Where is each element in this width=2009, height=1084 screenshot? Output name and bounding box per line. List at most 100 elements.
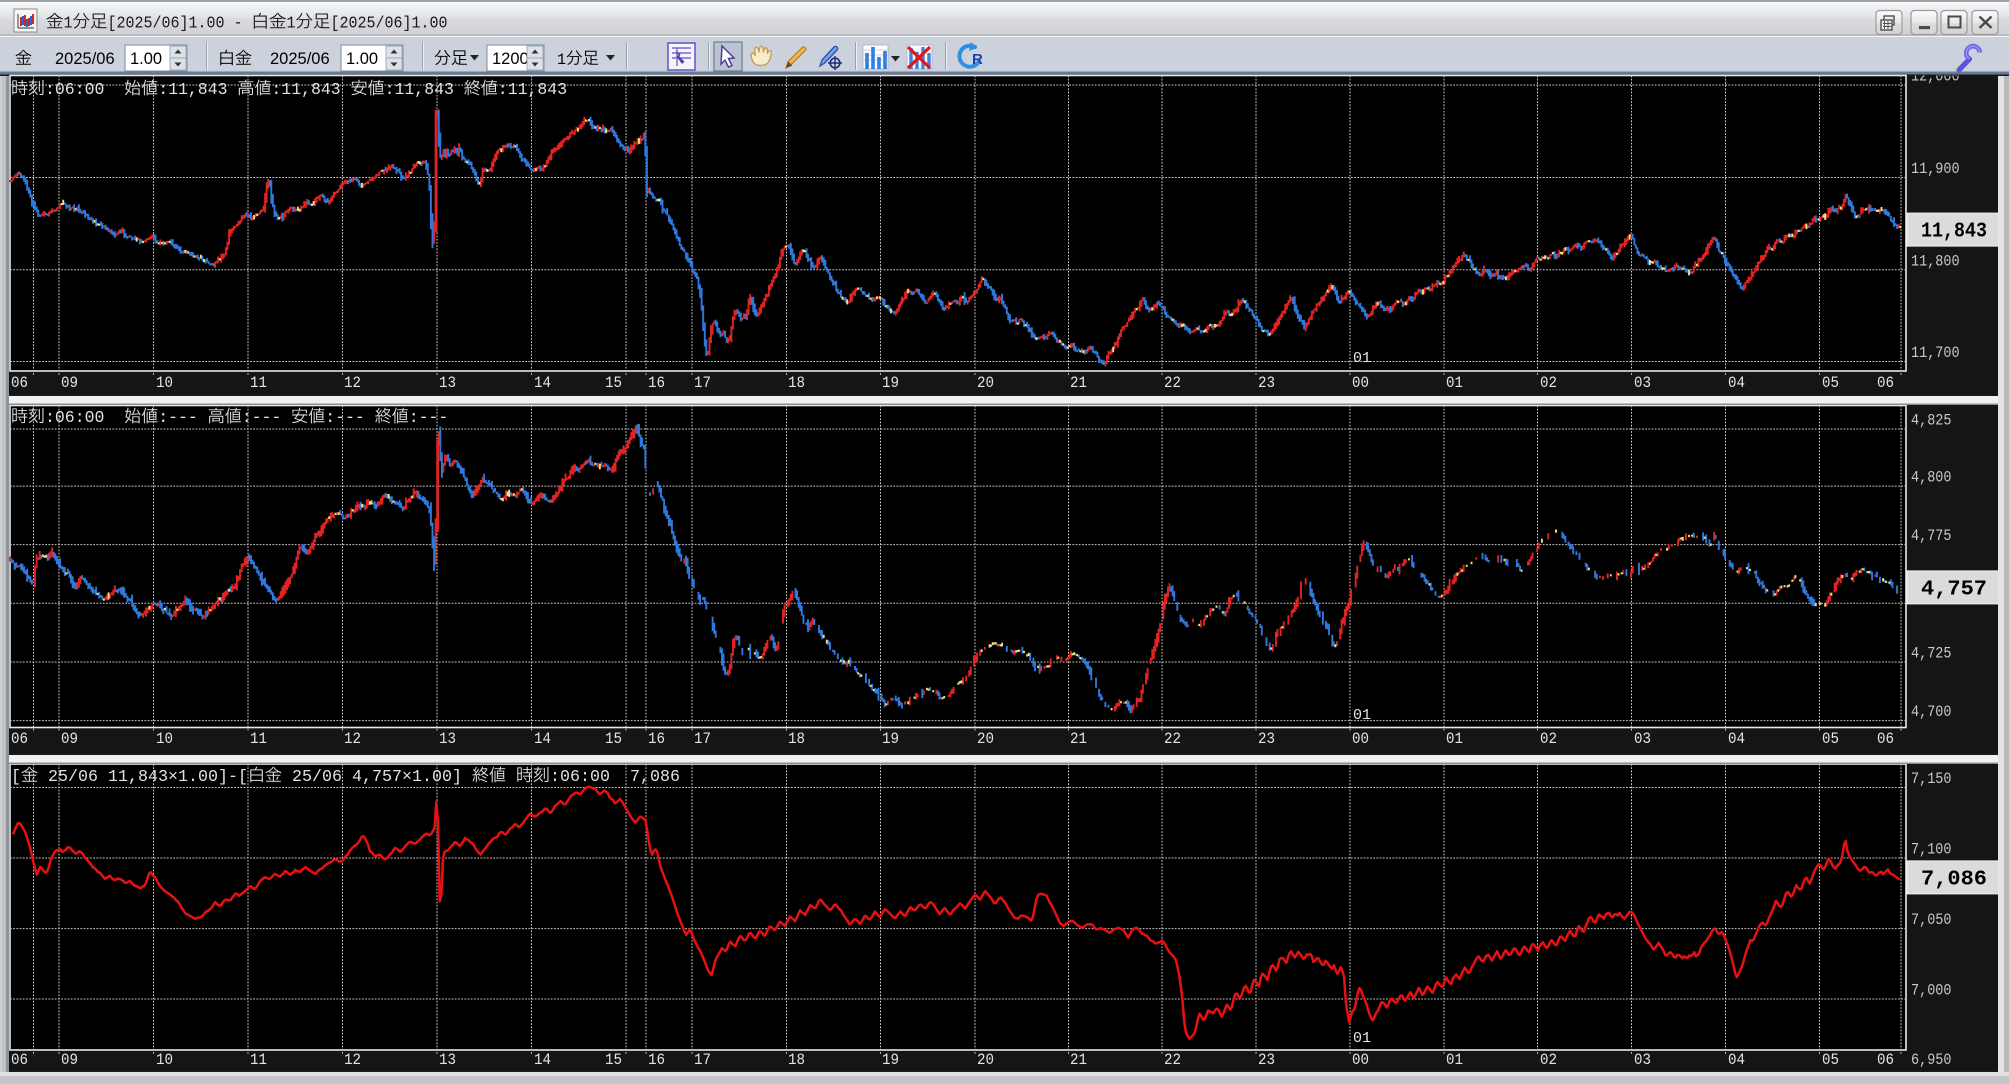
svg-text:05: 05 [1822,1051,1839,1069]
svg-text:7,150: 7,150 [1911,770,1952,788]
svg-text::06:00: :06:00 [45,80,124,99]
svg-text:00: 00 [1352,730,1369,748]
svg-text:1: 1 [287,15,296,34]
svg-text:23: 23 [1258,374,1275,392]
svg-text:10: 10 [156,730,173,748]
svg-text:21: 21 [1070,374,1087,392]
svg-text:13: 13 [439,1051,456,1069]
svg-text:06: 06 [1877,730,1894,748]
svg-text:15: 15 [605,374,622,392]
svg-text:06: 06 [11,1051,28,1069]
svg-text:06: 06 [11,730,28,748]
svg-text:01: 01 [1353,1030,1371,1047]
svg-text:18: 18 [788,374,805,392]
svg-text:23: 23 [1258,730,1275,748]
svg-text:4,775: 4,775 [1911,527,1952,545]
svg-text:01: 01 [1446,374,1463,392]
svg-text:1: 1 [64,15,73,34]
svg-text:18: 18 [788,730,805,748]
svg-text::11,843: :11,843 [271,80,350,99]
svg-text:4,757: 4,757 [1921,578,1987,601]
svg-text:12: 12 [344,1051,361,1069]
svg-text::---: :--- [158,408,208,427]
svg-text:22: 22 [1164,374,1181,392]
svg-text:10: 10 [156,374,173,392]
svg-text:03: 03 [1634,1051,1651,1069]
svg-text::---: :--- [325,408,375,427]
svg-text:10: 10 [156,1051,173,1069]
svg-text:7,050: 7,050 [1911,911,1952,929]
svg-text:2025/06: 2025/06 [55,50,115,68]
svg-text::11,843: :11,843 [385,80,464,99]
svg-text:4,825: 4,825 [1911,412,1952,430]
svg-text:4,725: 4,725 [1911,645,1952,663]
svg-text:11: 11 [250,730,267,748]
svg-text:09: 09 [61,730,78,748]
svg-text:06: 06 [1877,374,1894,392]
svg-text:04: 04 [1728,730,1745,748]
svg-text:21: 21 [1070,1051,1087,1069]
svg-text:11,800: 11,800 [1911,252,1960,270]
svg-text:05: 05 [1822,730,1839,748]
svg-text:17: 17 [694,1051,711,1069]
svg-text:19: 19 [882,730,899,748]
svg-text:03: 03 [1634,374,1651,392]
svg-text:02: 02 [1540,730,1557,748]
svg-text:19: 19 [882,374,899,392]
svg-text:17: 17 [694,374,711,392]
svg-text:19: 19 [882,1051,899,1069]
svg-text:06: 06 [11,374,28,392]
svg-text:16: 16 [648,1051,665,1069]
svg-text:R: R [972,51,983,68]
svg-text:1: 1 [557,51,566,69]
svg-text:1.00: 1.00 [346,50,378,68]
svg-text:03: 03 [1634,730,1651,748]
svg-text:25/06 11,843×1.00]-[: 25/06 11,843×1.00]-[ [38,767,248,786]
svg-text:01: 01 [1353,350,1371,367]
svg-text:05: 05 [1822,374,1839,392]
svg-text:16: 16 [648,374,665,392]
svg-text:00: 00 [1352,1051,1369,1069]
svg-text:09: 09 [61,1051,78,1069]
svg-text:01: 01 [1446,1051,1463,1069]
svg-text:12: 12 [344,374,361,392]
svg-text:4,800: 4,800 [1911,469,1952,487]
svg-text:11: 11 [250,1051,267,1069]
svg-text::06:00 7,086: :06:00 7,086 [550,767,680,786]
svg-text:2025/06: 2025/06 [270,50,330,68]
svg-text::11,843: :11,843 [158,80,237,99]
svg-text:20: 20 [977,1051,994,1069]
svg-text:23: 23 [1258,1051,1275,1069]
svg-text:11,900: 11,900 [1911,160,1960,178]
svg-text:22: 22 [1164,730,1181,748]
svg-text:20: 20 [977,374,994,392]
svg-text::11,843: :11,843 [498,80,567,99]
svg-text:4,700: 4,700 [1911,703,1952,721]
svg-text:15: 15 [605,1051,622,1069]
svg-text::---: :--- [409,408,449,427]
svg-text:7,086: 7,086 [1921,868,1987,891]
svg-text:14: 14 [534,374,551,392]
svg-text:22: 22 [1164,1051,1181,1069]
svg-text:12: 12 [344,730,361,748]
svg-text:6,950: 6,950 [1911,1051,1952,1069]
svg-text:1.00: 1.00 [130,50,162,68]
svg-text:00: 00 [1352,374,1369,392]
svg-text:13: 13 [439,374,456,392]
svg-text:04: 04 [1728,1051,1745,1069]
svg-text:09: 09 [61,374,78,392]
svg-text:14: 14 [534,730,551,748]
svg-text:11,843: 11,843 [1921,221,1987,244]
svg-text:20: 20 [977,730,994,748]
svg-text:15: 15 [605,730,622,748]
svg-text:21: 21 [1070,730,1087,748]
svg-text:11,700: 11,700 [1911,344,1960,362]
svg-text:[: [ [11,767,21,786]
svg-text:01: 01 [1353,707,1371,724]
svg-text:14: 14 [534,1051,551,1069]
svg-text:01: 01 [1446,730,1463,748]
svg-text:17: 17 [694,730,711,748]
svg-text::06:00: :06:00 [45,408,124,427]
svg-text:16: 16 [648,730,665,748]
svg-text:7,100: 7,100 [1911,841,1952,859]
